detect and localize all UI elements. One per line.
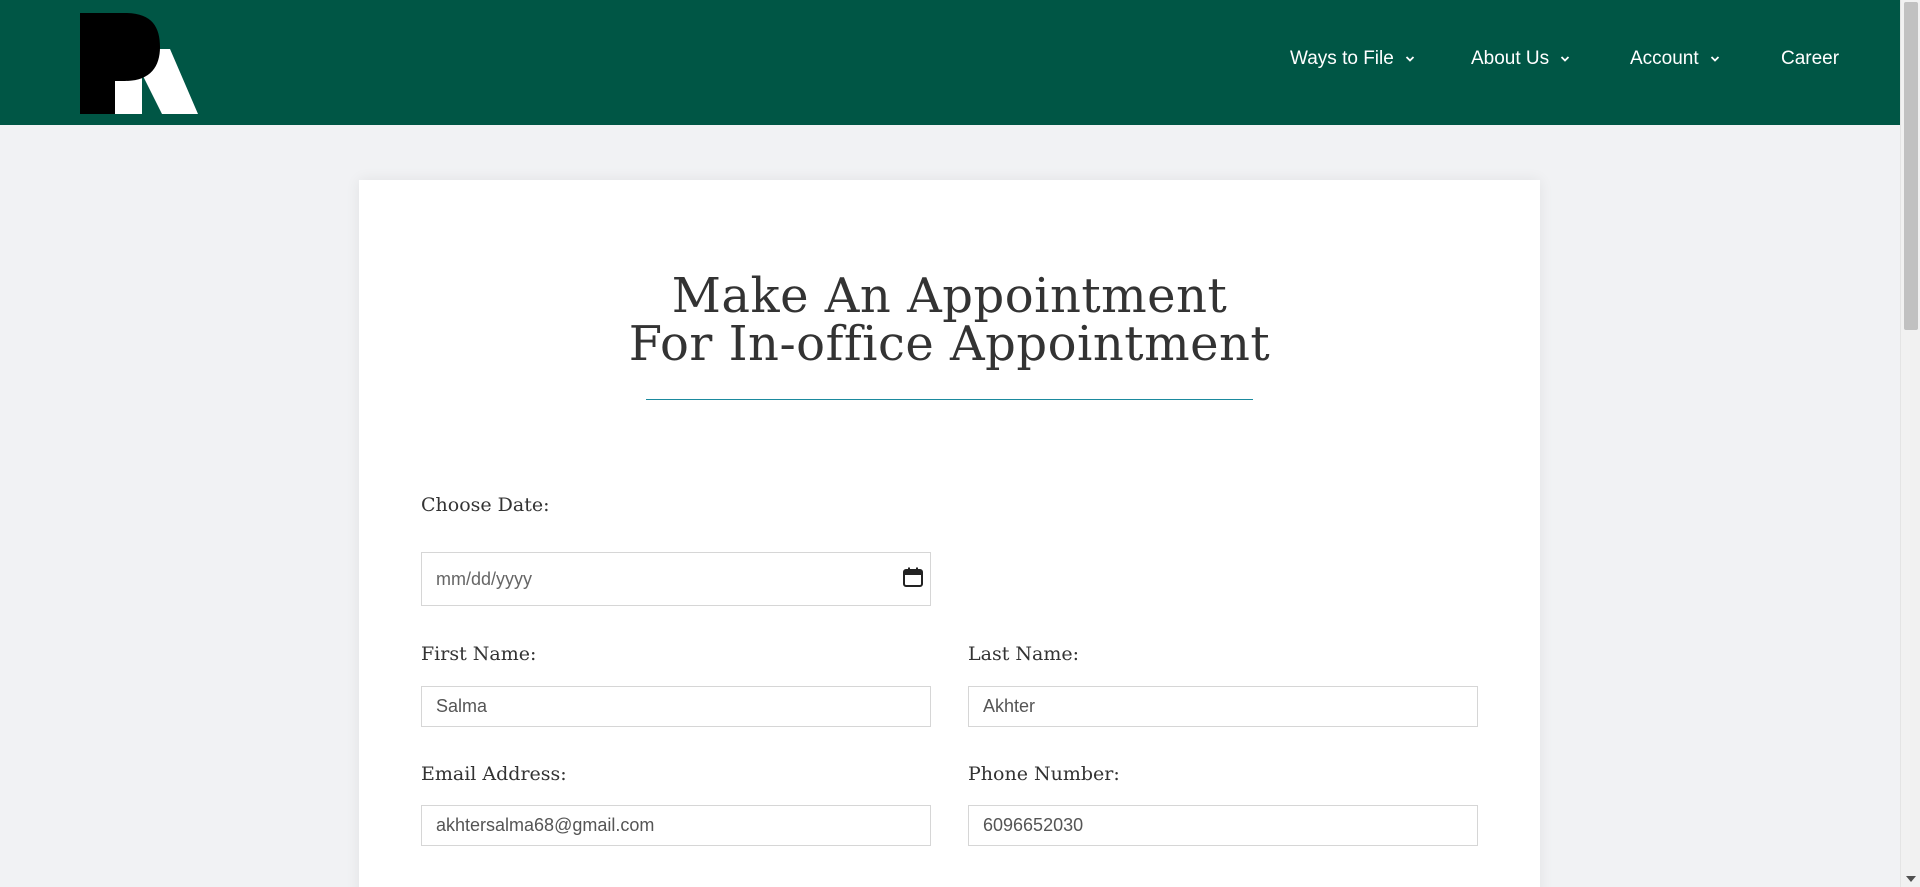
phone-input[interactable]: 6096652030 [968, 805, 1478, 846]
nav-about-us[interactable]: About Us [1471, 48, 1571, 70]
nav-label: Account [1630, 48, 1699, 69]
last-name-input[interactable]: Akhter [968, 686, 1478, 727]
date-label: Choose Date: [421, 494, 550, 516]
last-name-label: Last Name: [968, 643, 1079, 665]
date-placeholder: mm/dd/yyyy [436, 568, 533, 589]
first-name-value: Salma [436, 696, 488, 716]
phone-value: 6096652030 [983, 815, 1084, 835]
first-name-input[interactable]: Salma [421, 686, 931, 727]
phone-label: Phone Number: [968, 763, 1120, 785]
first-name-label: First Name: [421, 643, 537, 665]
page-title: Make An Appointment For In-office Appoin… [359, 272, 1540, 368]
date-input[interactable]: mm/dd/yyyy [421, 552, 931, 606]
nav-ways-to-file[interactable]: Ways to File [1290, 48, 1416, 70]
scroll-down-arrow-icon[interactable] [1906, 876, 1916, 882]
nav-label: Ways to File [1290, 48, 1394, 69]
email-value: akhtersalma68@gmail.com [436, 815, 655, 835]
title-line-2: For In-office Appointment [628, 316, 1271, 372]
nav-label: Career [1781, 48, 1840, 69]
chevron-down-icon [1561, 56, 1570, 62]
scrollbar-thumb[interactable] [1904, 2, 1918, 330]
nav-career[interactable]: Career [1781, 48, 1839, 70]
site-header: Ways to File About Us Account Career [0, 0, 1900, 125]
nav-account[interactable]: Account [1630, 48, 1721, 70]
chevron-down-icon [1405, 56, 1414, 62]
title-underline [646, 399, 1253, 400]
main-nav: Ways to File About Us Account Career [0, 48, 1900, 76]
last-name-value: Akhter [983, 696, 1036, 716]
nav-label: About Us [1471, 48, 1550, 69]
email-input[interactable]: akhtersalma68@gmail.com [421, 805, 931, 846]
chevron-down-icon [1710, 56, 1719, 62]
appointment-card: Make An Appointment For In-office Appoin… [359, 180, 1540, 887]
page-scrollbar[interactable] [1900, 0, 1920, 887]
email-label: Email Address: [421, 763, 567, 785]
title-line-1: Make An Appointment [671, 268, 1228, 324]
calendar-icon[interactable] [902, 566, 924, 588]
